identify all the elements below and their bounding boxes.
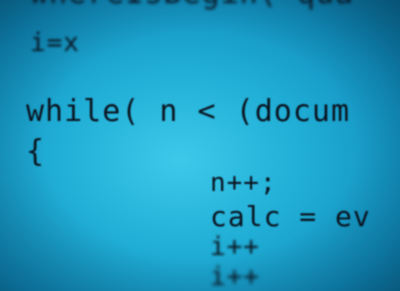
code-line-8: i++ xyxy=(210,262,260,291)
code-line-6: calc = ev xyxy=(210,200,371,233)
code-line-2: i=x xyxy=(30,28,80,58)
code-line-5: n++; xyxy=(210,168,277,198)
code-screen-photo: whereIsBegin( qua i=x while( n < (docum … xyxy=(0,0,400,291)
code-line-1: whereIsBegin( qua xyxy=(30,0,354,11)
code-line-4: { xyxy=(26,134,46,169)
code-line-3: while( n < (docum xyxy=(26,94,351,129)
code-line-7: i++ xyxy=(210,232,260,262)
